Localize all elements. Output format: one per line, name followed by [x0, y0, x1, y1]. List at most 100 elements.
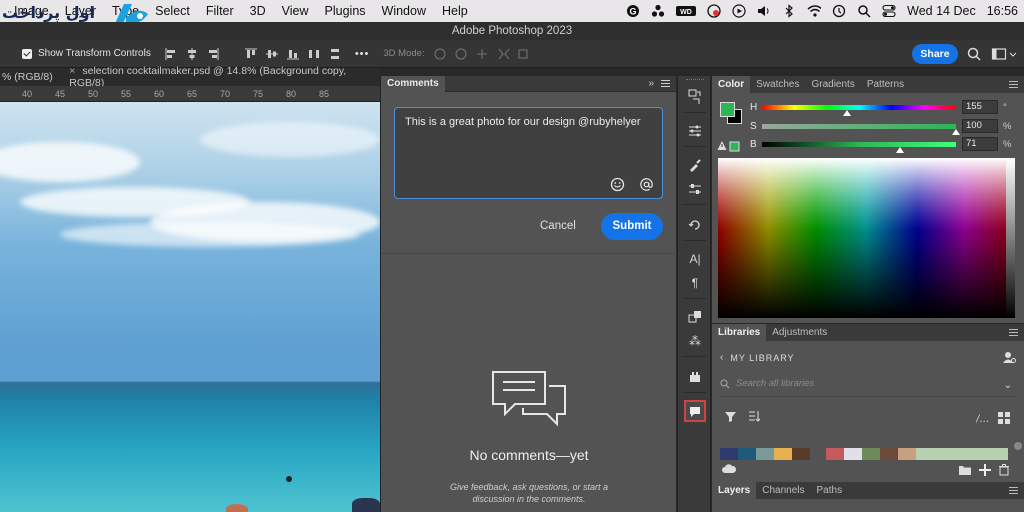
menu-view[interactable]: View: [274, 4, 317, 18]
screen-record-icon[interactable]: [707, 4, 721, 18]
library-swatch[interactable]: [720, 448, 738, 460]
submit-button[interactable]: Submit: [601, 213, 663, 240]
comments-icon[interactable]: [684, 400, 706, 422]
plugins-icon[interactable]: [684, 366, 706, 388]
paragraph-icon[interactable]: ¶: [684, 272, 706, 294]
library-swatch[interactable]: [898, 448, 916, 460]
add-icon[interactable]: [978, 463, 992, 477]
play-icon[interactable]: [732, 4, 746, 18]
library-swatch[interactable]: [880, 448, 898, 460]
tab-libraries[interactable]: Libraries: [712, 324, 767, 341]
my-library-breadcrumb[interactable]: ‹ MY LIBRARY: [720, 352, 1024, 363]
align-top-icon[interactable]: [244, 48, 257, 60]
tab-gradients[interactable]: Gradients: [805, 76, 860, 93]
menu-plugins[interactable]: Plugins: [317, 4, 374, 18]
collapse-panel-icon[interactable]: »: [648, 78, 654, 89]
filter-icon[interactable]: [725, 411, 736, 422]
color-spectrum[interactable]: [718, 158, 1015, 318]
mention-icon[interactable]: [639, 177, 654, 192]
panel-menu-icon[interactable]: [661, 80, 670, 87]
back-chevron-icon[interactable]: ‹: [720, 352, 724, 363]
close-tab-icon[interactable]: ×: [69, 65, 75, 77]
menu-help[interactable]: Help: [434, 4, 476, 18]
search-icon[interactable]: [857, 4, 871, 18]
panel-menu-icon[interactable]: [1009, 329, 1018, 336]
share-button[interactable]: Share: [912, 44, 958, 64]
history-icon[interactable]: [684, 86, 706, 108]
strip-grip[interactable]: [686, 79, 704, 80]
character-styles-icon[interactable]: ⁂: [684, 330, 706, 352]
out-of-gamut-warning-icon[interactable]: [717, 140, 741, 152]
adjustments-icon[interactable]: [684, 120, 706, 142]
cloud-icon[interactable]: [722, 464, 736, 474]
menu-filter[interactable]: Filter: [198, 4, 242, 18]
saturation-input[interactable]: 100: [962, 119, 998, 133]
3d-mode-icons[interactable]: [433, 47, 533, 61]
volume-icon[interactable]: [757, 4, 771, 18]
search-icon[interactable]: [966, 46, 982, 62]
library-swatch[interactable]: [792, 448, 810, 460]
align-bottom-icon[interactable]: [286, 48, 299, 60]
distribute-v-icon[interactable]: [329, 48, 341, 60]
doc-tab-prev[interactable]: % (RGB/8): [0, 71, 61, 83]
hue-slider[interactable]: [762, 105, 956, 110]
comments-tab[interactable]: Comments: [381, 75, 445, 92]
tab-paths[interactable]: Paths: [811, 482, 849, 499]
glyphs-icon[interactable]: [684, 306, 706, 328]
grayscale-ramp[interactable]: [1006, 158, 1015, 318]
tab-swatches[interactable]: Swatches: [750, 76, 805, 93]
bluetooth-icon[interactable]: [782, 4, 796, 18]
menu-window[interactable]: Window: [374, 4, 434, 18]
grammarly-icon[interactable]: G: [626, 4, 640, 18]
library-swatch[interactable]: [826, 448, 844, 460]
align-center-h-icon[interactable]: [186, 47, 198, 60]
brightness-thumb[interactable]: [896, 147, 904, 153]
scrollbar-thumb[interactable]: [1014, 442, 1022, 450]
sort-icon[interactable]: [748, 410, 760, 422]
more-options-button[interactable]: •••: [355, 48, 370, 60]
library-swatch[interactable]: [738, 448, 756, 460]
foreground-color-swatch[interactable]: [720, 102, 735, 117]
cancel-button[interactable]: Cancel: [540, 220, 576, 232]
tab-patterns[interactable]: Patterns: [861, 76, 910, 93]
menubar-date[interactable]: Wed 14 Dec: [907, 4, 976, 18]
library-swatch[interactable]: [862, 448, 880, 460]
chevron-down-icon[interactable]: ⌄: [1004, 380, 1012, 391]
account-icon[interactable]: [651, 4, 665, 18]
panel-menu-icon[interactable]: [1009, 487, 1018, 494]
brushes-icon[interactable]: [684, 154, 706, 176]
wd-drive-icon[interactable]: WD: [676, 4, 697, 18]
saturation-slider[interactable]: [762, 124, 956, 129]
library-swatch[interactable]: [774, 448, 792, 460]
trash-icon[interactable]: [998, 464, 1010, 476]
tab-channels[interactable]: Channels: [756, 482, 810, 499]
workspace-dropdown-icon[interactable]: [1008, 46, 1018, 62]
hue-input[interactable]: 155: [962, 100, 998, 114]
menu-3d[interactable]: 3D: [242, 4, 274, 18]
menubar-time[interactable]: 16:56: [987, 4, 1018, 18]
brightness-slider[interactable]: [762, 142, 956, 147]
workspace-icon[interactable]: [991, 46, 1007, 62]
text-style-icon[interactable]: /...: [976, 412, 990, 424]
tab-color[interactable]: Color: [712, 76, 751, 93]
library-swatch[interactable]: [756, 448, 774, 460]
panel-menu-icon[interactable]: [1009, 81, 1018, 88]
tab-layers[interactable]: Layers: [712, 482, 757, 499]
tab-adjustments[interactable]: Adjustments: [766, 324, 833, 341]
time-machine-icon[interactable]: [832, 4, 846, 18]
emoji-icon[interactable]: [610, 177, 625, 192]
document-canvas[interactable]: [0, 102, 380, 512]
align-middle-icon[interactable]: [265, 48, 278, 60]
character-icon[interactable]: A|: [684, 248, 706, 270]
comment-input[interactable]: This is a great photo for our design @ru…: [394, 107, 663, 199]
library-search[interactable]: Search all libraries: [720, 378, 1024, 389]
grid-view-icon[interactable]: [997, 411, 1011, 425]
control-center-icon[interactable]: [882, 4, 896, 18]
library-swatch[interactable]: [916, 448, 1008, 460]
hue-thumb[interactable]: [843, 110, 851, 116]
align-left-icon[interactable]: [165, 47, 177, 60]
library-color-theme[interactable]: [720, 448, 1008, 460]
align-right-icon[interactable]: [207, 47, 219, 60]
library-collaborators-icon[interactable]: [1002, 350, 1016, 364]
library-swatch[interactable]: [844, 448, 862, 460]
